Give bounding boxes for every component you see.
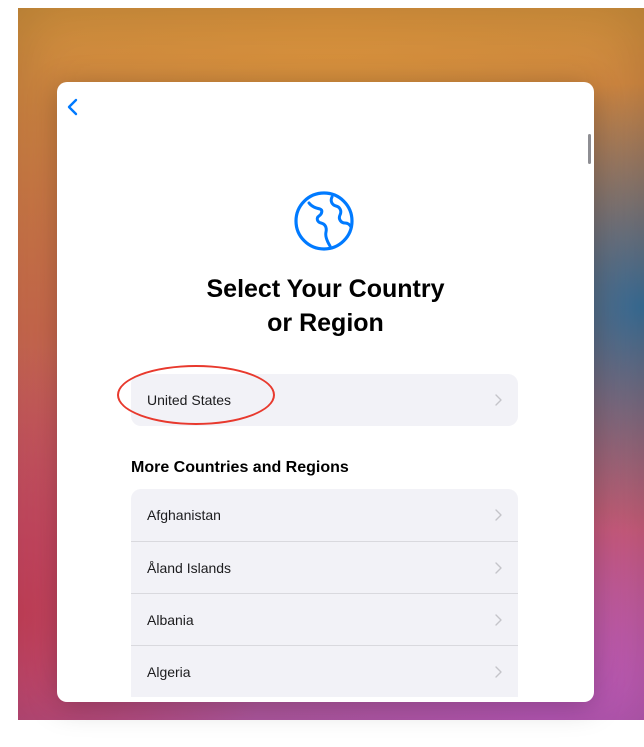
- page-title: Select Your Country or Region: [57, 272, 594, 340]
- scrollbar[interactable]: [588, 134, 591, 164]
- page-title-line2: or Region: [267, 309, 384, 337]
- chevron-right-icon: [495, 509, 502, 521]
- country-label: Åland Islands: [147, 560, 232, 576]
- country-label: Albania: [147, 612, 194, 628]
- chevron-left-icon: [67, 98, 78, 116]
- back-button[interactable]: [63, 96, 85, 118]
- section-header: More Countries and Regions: [131, 459, 349, 476]
- page-title-line1: Select Your Country: [206, 275, 445, 303]
- country-label: United States: [147, 392, 232, 408]
- country-label: Afghanistan: [147, 507, 221, 523]
- setup-sheet: Select Your Country or Region United Sta…: [57, 82, 594, 702]
- country-row-albania[interactable]: Albania: [131, 593, 518, 645]
- country-row-aland-islands[interactable]: Åland Islands: [131, 541, 518, 593]
- country-label: Algeria: [147, 664, 191, 680]
- chevron-right-icon: [495, 562, 502, 574]
- chevron-right-icon: [495, 394, 502, 406]
- country-row-united-states[interactable]: United States: [131, 374, 518, 426]
- chevron-right-icon: [495, 614, 502, 626]
- country-row-afghanistan[interactable]: Afghanistan: [131, 489, 518, 541]
- country-list: Afghanistan Åland Islands Albania Algeri…: [131, 489, 518, 697]
- globe-icon: [294, 191, 354, 251]
- chevron-right-icon: [495, 666, 502, 678]
- country-row-algeria[interactable]: Algeria: [131, 645, 518, 697]
